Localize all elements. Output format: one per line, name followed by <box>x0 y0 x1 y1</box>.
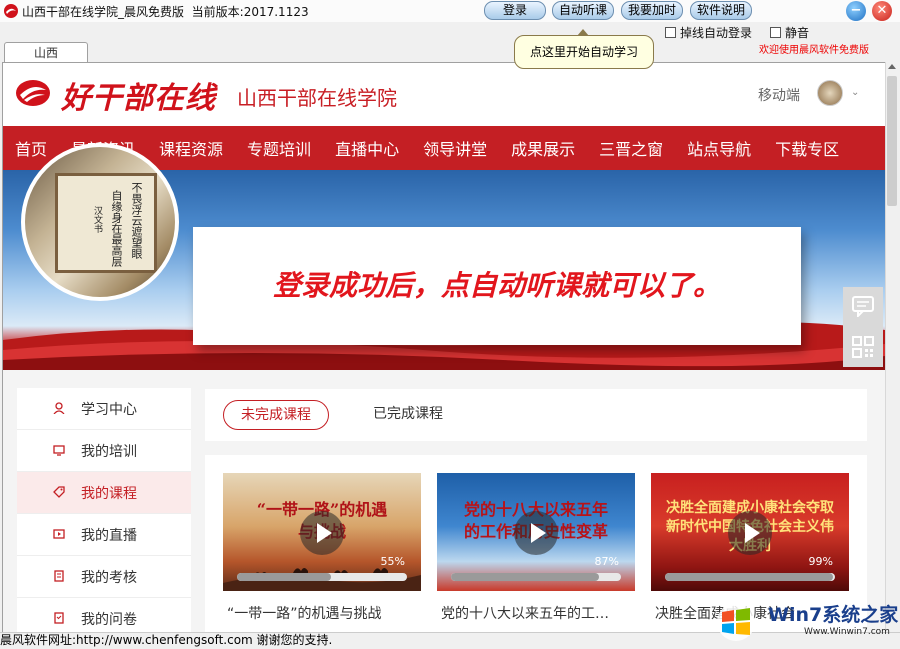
play-icon[interactable] <box>514 511 558 555</box>
mute-label: 静音 <box>785 26 810 40</box>
banner-message-card: 登录成功后，点自动听课就可以了。 <box>193 227 801 345</box>
software-help-button[interactable]: 软件说明 <box>690 1 752 20</box>
checkbox-box[interactable] <box>665 27 676 38</box>
mobile-link[interactable]: 移动端 <box>758 85 800 105</box>
nav-courses[interactable]: 课程资源 <box>147 136 235 160</box>
document-icon <box>54 570 64 582</box>
course-progress-percent: 87% <box>594 555 619 568</box>
menu-label: 学习中心 <box>81 402 137 418</box>
checkbox-box[interactable] <box>770 27 781 38</box>
version-text: 当前版本:2017.1123 <box>191 5 309 19</box>
video-icon <box>53 529 65 539</box>
welcome-text: 欢迎使用晨风软件免费版 <box>759 45 869 56</box>
site-logo-icon <box>16 80 50 106</box>
tab-incomplete-courses[interactable]: 未完成课程 <box>223 400 329 430</box>
course-progress-percent: 55% <box>380 555 405 568</box>
menu-learning-center[interactable]: 学习中心 <box>17 388 191 430</box>
person-icon <box>53 402 65 414</box>
nav-live[interactable]: 直播中心 <box>323 136 411 160</box>
browser-view: 好干部在线 山西干部在线学院 移动端 ⌄ 首页 最新资讯 课程资源 专题培训 直… <box>2 62 886 634</box>
nav-sanjin[interactable]: 三晋之窗 <box>587 136 675 160</box>
menu-my-live[interactable]: 我的直播 <box>17 514 191 556</box>
nav-achievements[interactable]: 成果展示 <box>499 136 587 160</box>
course-card[interactable]: “一带一路”的机遇与挑战 55% “一带一路”的机遇与挑战 <box>223 473 421 633</box>
nav-site-guide[interactable]: 站点导航 <box>675 136 763 160</box>
tab-shanxi[interactable]: 山西 <box>4 42 88 63</box>
watermark-url: Www.Winwin7.com <box>804 627 890 637</box>
window-title: 山西干部在线学院_晨风免费版 当前版本:2017.1123 <box>22 3 309 20</box>
close-button[interactable]: ✕ <box>872 1 892 21</box>
auto-relogin-label: 掉线自动登录 <box>680 26 753 40</box>
course-card[interactable]: 党的十八大以来五年的工作和历史性变革 87% 党的十八大以来五年的工… <box>437 473 635 633</box>
profile-photo: 不畏浮云遮望眼 自缘身在最高层 汉文书 <box>21 143 179 301</box>
course-progress-percent: 99% <box>808 555 833 568</box>
window-title-text: 山西干部在线学院_晨风免费版 <box>22 5 185 19</box>
menu-my-questionnaire[interactable]: 我的问卷 <box>17 598 191 633</box>
add-time-button[interactable]: 我要加时 <box>621 1 683 20</box>
avatar[interactable] <box>817 80 843 106</box>
play-icon[interactable] <box>728 511 772 555</box>
menu-label: 我的问卷 <box>81 612 137 628</box>
course-progress-fill <box>665 573 834 581</box>
menu-label: 我的课程 <box>81 486 137 502</box>
auto-listen-button[interactable]: 自动听课 <box>552 1 614 20</box>
chat-icon[interactable] <box>851 295 875 317</box>
course-tabs: 未完成课程 已完成课程 <box>205 389 867 441</box>
course-progress-fill <box>451 573 599 581</box>
menu-label: 我的直播 <box>81 528 137 544</box>
minimize-button[interactable]: − <box>846 1 866 21</box>
course-thumbnail[interactable]: 决胜全面建成小康社会夺取新时代中国特色社会主义伟大胜利 99% <box>651 473 849 591</box>
qr-code-icon[interactable] <box>851 335 875 359</box>
course-progress-bar <box>237 573 407 581</box>
calligraphy-scroll: 不畏浮云遮望眼 自缘身在最高层 汉文书 <box>55 173 157 273</box>
banner-message: 登录成功后，点自动听课就可以了。 <box>272 269 721 302</box>
course-title[interactable]: “一带一路”的机遇与挑战 <box>227 603 419 623</box>
course-progress-bar <box>451 573 621 581</box>
calligraphy-line: 自缘身在最高层 <box>110 190 123 267</box>
menu-my-training[interactable]: 我的培训 <box>17 430 191 472</box>
play-icon[interactable] <box>300 511 344 555</box>
course-title[interactable]: 党的十八大以来五年的工… <box>441 603 633 623</box>
monitor-icon <box>53 445 65 456</box>
site-logo-text: 好干部在线 <box>61 81 216 116</box>
menu-label: 我的培训 <box>81 444 137 460</box>
user-menu: 学习中心 我的培训 我的课程 我的直播 我的考核 我的问卷 <box>17 388 191 633</box>
nav-downloads[interactable]: 下载专区 <box>763 136 851 160</box>
auto-relogin-checkbox[interactable]: 掉线自动登录 <box>665 24 752 41</box>
menu-my-assessment[interactable]: 我的考核 <box>17 556 191 598</box>
tab-completed-courses[interactable]: 已完成课程 <box>373 400 443 428</box>
scroll-up-arrow-icon[interactable] <box>888 64 896 69</box>
course-progress-fill <box>237 573 331 581</box>
login-button[interactable]: 登录 <box>484 1 546 20</box>
nav-lectures[interactable]: 领导讲堂 <box>411 136 499 160</box>
site-header: 好干部在线 山西干部在线学院 移动端 ⌄ <box>3 63 885 126</box>
calligraphy-signature: 汉文书 <box>92 206 102 233</box>
chevron-down-icon[interactable]: ⌄ <box>851 87 859 98</box>
scrollbar-thumb[interactable] <box>887 76 897 206</box>
watermark-text: Win7系统之家 <box>768 604 899 626</box>
calligraphy-line: 不畏浮云遮望眼 <box>130 182 143 259</box>
nav-home[interactable]: 首页 <box>3 136 59 160</box>
menu-label: 我的考核 <box>81 570 137 586</box>
menu-my-courses[interactable]: 我的课程 <box>17 472 191 514</box>
auto-learn-tooltip: 点这里开始自动学习 <box>514 35 654 69</box>
app-logo-icon <box>4 4 18 18</box>
tag-icon <box>53 486 65 498</box>
nav-training[interactable]: 专题培训 <box>235 136 323 160</box>
course-progress-bar <box>665 573 835 581</box>
course-thumbnail[interactable]: “一带一路”的机遇与挑战 55% <box>223 473 421 591</box>
questionnaire-icon <box>54 612 64 624</box>
course-thumbnail[interactable]: 党的十八大以来五年的工作和历史性变革 87% <box>437 473 635 591</box>
site-name: 山西干部在线学院 <box>237 86 397 110</box>
mute-checkbox[interactable]: 静音 <box>770 24 809 41</box>
